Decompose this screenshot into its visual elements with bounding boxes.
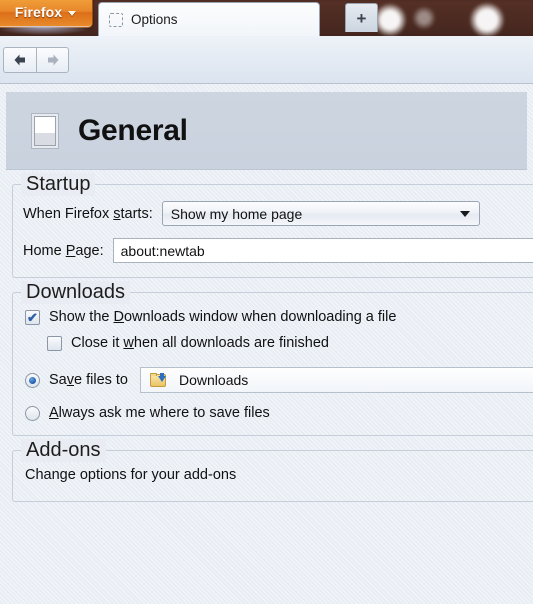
placeholder-favicon-icon xyxy=(109,12,123,27)
close-when-finished-checkbox[interactable] xyxy=(47,335,62,351)
radio-selected-dot xyxy=(29,376,36,384)
home-page-value: about:newtab xyxy=(120,242,205,259)
home-page-row: Home Page: about:newtab xyxy=(13,238,533,263)
download-folder-picker[interactable]: Downloads xyxy=(140,367,533,393)
startup-group-title: Startup xyxy=(21,173,96,196)
downloads-group-title: Downloads xyxy=(21,281,130,304)
always-ask-radio[interactable] xyxy=(25,405,40,421)
pane-header: General xyxy=(6,92,527,170)
always-ask-label: Always ask me where to save files xyxy=(49,405,270,421)
close-when-finished-label: Close it when all downloads are finished xyxy=(71,335,329,351)
home-page-input[interactable]: about:newtab xyxy=(112,238,533,263)
options-pane: General Startup When Firefox starts: Sho… xyxy=(0,84,533,604)
downloads-group: Downloads ✔ Show the Downloads window wh… xyxy=(12,281,533,436)
addons-description: Change options for your add-ons xyxy=(25,467,237,483)
when-firefox-starts-value: Show my home page xyxy=(170,205,303,222)
download-folder-icon xyxy=(150,373,167,387)
home-page-label: Home Page: xyxy=(23,242,104,259)
settings-sections: Startup When Firefox starts: Show my hom… xyxy=(0,170,533,502)
save-files-to-label: Save files to xyxy=(49,372,128,388)
always-ask-radio-row[interactable]: Always ask me where to save files xyxy=(13,405,533,421)
new-tab-label: + xyxy=(356,8,367,28)
firefox-menu-button[interactable]: Firefox xyxy=(0,0,93,28)
chevron-down-icon xyxy=(459,211,470,217)
show-downloads-window-label: Show the Downloads window when downloadi… xyxy=(49,309,397,325)
firefox-menu-label: Firefox xyxy=(14,4,63,20)
download-folder-value: Downloads xyxy=(179,372,249,388)
tab-title: Options xyxy=(131,12,178,27)
show-downloads-window-checkbox[interactable]: ✔ xyxy=(25,309,40,325)
page-title: General xyxy=(78,113,188,147)
forward-arrow-icon xyxy=(47,54,58,65)
when-firefox-starts-label: When Firefox starts: xyxy=(23,205,153,222)
when-firefox-starts-select[interactable]: Show my home page xyxy=(161,201,480,226)
checkmark-icon: ✔ xyxy=(27,309,38,325)
tab-options[interactable]: Options xyxy=(98,2,320,36)
addons-group: Add-ons Change options for your add-ons xyxy=(12,439,533,502)
when-firefox-starts-row: When Firefox starts: Show my home page xyxy=(13,201,533,226)
back-button[interactable] xyxy=(3,46,36,73)
save-files-to-radio[interactable] xyxy=(25,372,40,388)
tab-strip: Firefox Options + xyxy=(0,0,533,36)
back-arrow-icon xyxy=(14,54,25,65)
general-pane-icon xyxy=(34,115,56,146)
show-downloads-window-checkbox-row[interactable]: ✔ Show the Downloads window when downloa… xyxy=(13,309,533,325)
forward-button xyxy=(36,46,69,73)
navigation-toolbar xyxy=(0,36,533,84)
startup-group: Startup When Firefox starts: Show my hom… xyxy=(12,173,533,278)
addons-group-title: Add-ons xyxy=(21,439,106,462)
save-files-to-radio-row[interactable]: Save files to Downloads xyxy=(13,367,533,393)
close-when-finished-checkbox-row[interactable]: Close it when all downloads are finished xyxy=(13,335,533,351)
new-tab-button[interactable]: + xyxy=(345,3,378,32)
chevron-down-icon xyxy=(68,10,77,16)
